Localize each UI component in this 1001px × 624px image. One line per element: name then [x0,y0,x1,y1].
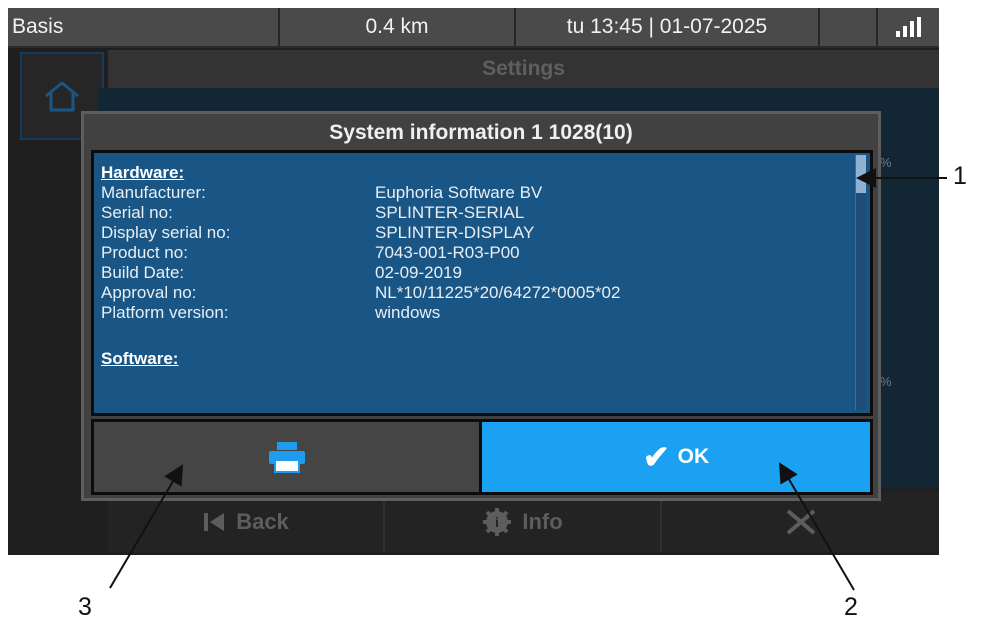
callout-lines [109,168,947,591]
callout-label-2: 2 [844,593,858,621]
callout-label-1: 1 [953,162,967,190]
callout-label-3: 3 [78,593,92,621]
